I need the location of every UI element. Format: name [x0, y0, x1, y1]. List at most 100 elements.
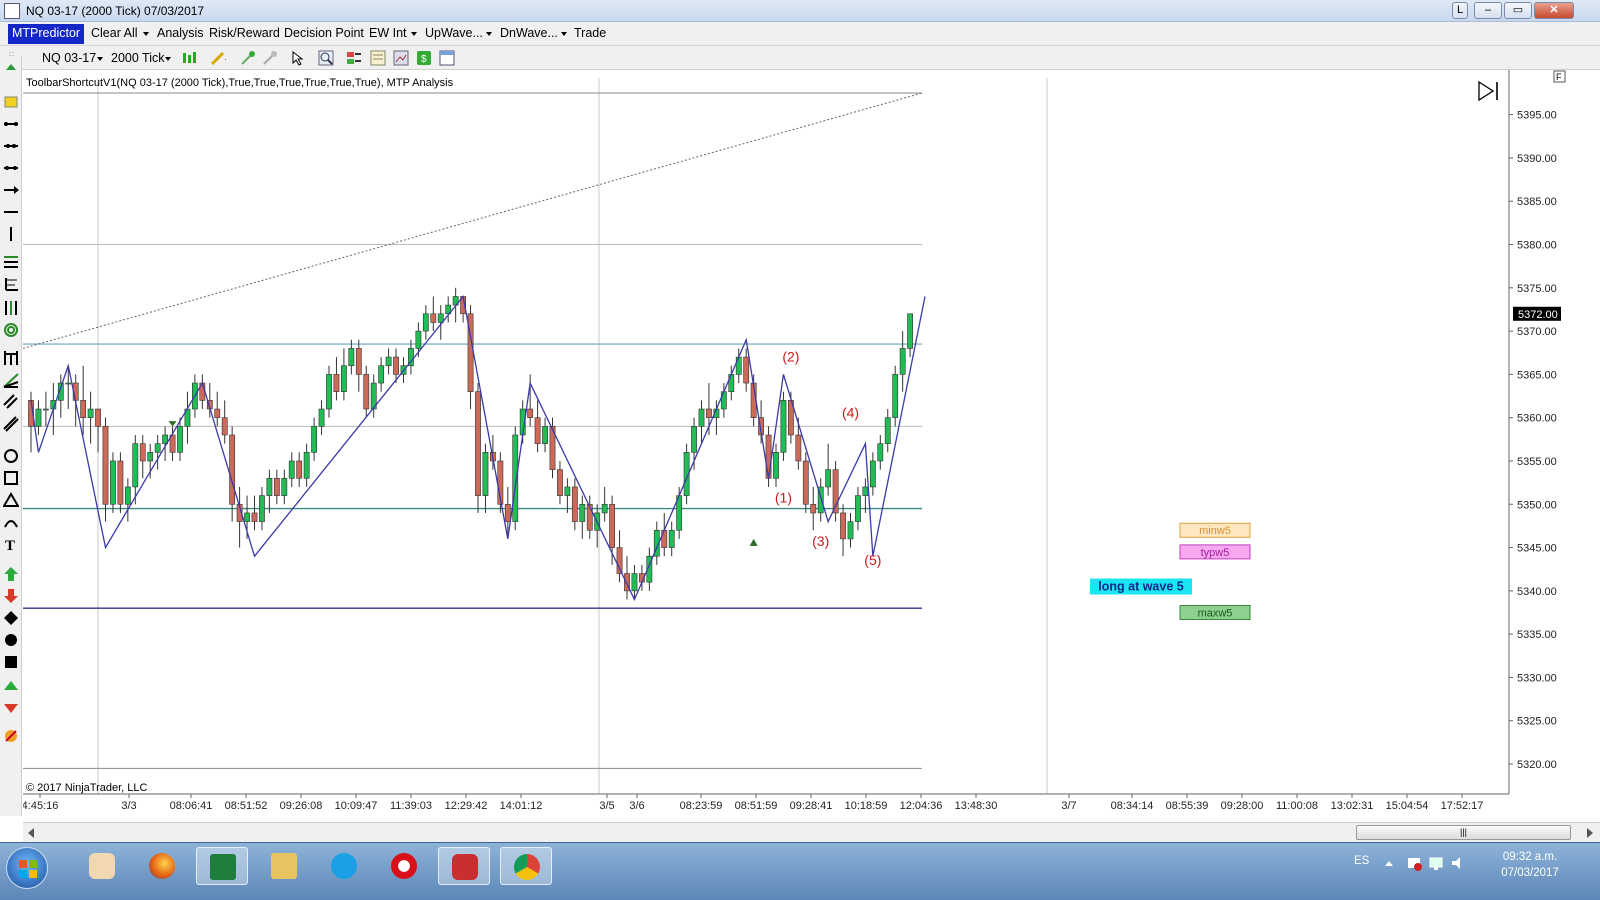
menu-analysis[interactable]: Analysis — [157, 26, 204, 40]
scroll-left-icon[interactable] — [26, 827, 36, 839]
volume-icon[interactable] — [1450, 855, 1466, 871]
menu-ew-int[interactable]: EW Int — [369, 26, 407, 40]
gann-fan-icon[interactable] — [3, 372, 19, 388]
link-button[interactable]: L — [1452, 2, 1468, 19]
fibonacci-circle-icon[interactable] — [3, 322, 19, 338]
menu-dnwave[interactable]: DnWave... — [500, 26, 558, 40]
trend-channel-icon[interactable] — [3, 416, 19, 432]
arrow-up-marker-icon[interactable] — [3, 566, 19, 582]
taskbar-excel[interactable] — [196, 847, 248, 885]
candle-body — [877, 443, 884, 462]
horizontal-line-tool-icon[interactable] — [3, 204, 19, 220]
clock-time: 09:32 a.m. — [1502, 851, 1558, 863]
dot-marker-icon[interactable] — [3, 632, 19, 648]
scroll-right-icon[interactable] — [1585, 827, 1595, 839]
candle — [385, 348, 392, 375]
svg-text:$: $ — [421, 54, 427, 65]
scrollbar-thumb[interactable]: ||| — [1356, 825, 1571, 840]
fibonacci-extension-icon[interactable] — [3, 276, 19, 292]
zoom-icon[interactable] — [318, 50, 334, 66]
triangle-down-marker-icon[interactable] — [3, 700, 19, 716]
arrow-down-marker-icon[interactable] — [3, 588, 19, 604]
instrument-selector[interactable]: NQ 03-17 — [42, 51, 96, 65]
arc-tool-icon[interactable] — [3, 514, 19, 530]
taskbar-firefox[interactable] — [136, 847, 188, 885]
triangle-up-marker-icon[interactable] — [3, 678, 19, 694]
arrow-line-tool-icon[interactable] — [3, 182, 19, 198]
candle — [698, 400, 705, 444]
show-hidden-icons-icon[interactable] — [1384, 859, 1394, 867]
time-tick-label: 15:04:54 — [1386, 800, 1429, 812]
chart-menu-toggle-icon[interactable]: F — [1553, 70, 1566, 83]
candle-body — [80, 400, 87, 418]
maximize-button[interactable]: ▭ — [1504, 2, 1532, 19]
mtpredictor-menu[interactable]: MTPredictor — [8, 24, 85, 44]
menu-risk-reward[interactable]: Risk/Reward — [209, 26, 280, 40]
toolbar-scroll-up-icon[interactable] — [3, 60, 19, 76]
data-box-icon[interactable] — [370, 50, 386, 66]
candle-body — [482, 452, 489, 496]
price-chart-panel[interactable]: (1) (2) (3) (4) (5) minw5 typw5 maxw5 long at wa… — [22, 70, 1600, 822]
horizontal-scrollbar[interactable]: ||| — [23, 822, 1600, 842]
candle — [378, 357, 385, 392]
taskbar-explorer[interactable] — [258, 847, 310, 885]
menu-decision-point[interactable]: Decision Point — [284, 26, 364, 40]
candle — [80, 365, 87, 435]
text-highlight-tool-icon[interactable] — [3, 94, 19, 110]
regression-channel-icon[interactable] — [3, 394, 19, 410]
scroll-to-end-icon[interactable] — [1478, 80, 1498, 102]
remove-drawings-icon[interactable] — [262, 50, 278, 66]
vertical-line-tool-icon[interactable] — [3, 226, 19, 242]
remove-markers-icon[interactable] — [3, 728, 19, 744]
chart-style-icon[interactable] — [182, 50, 198, 66]
period-dropdown-icon[interactable] — [165, 57, 171, 61]
extended-line-tool-icon[interactable] — [3, 138, 19, 154]
taskbar-chrome[interactable] — [500, 847, 552, 885]
taskbar-skype[interactable] — [318, 847, 370, 885]
menu-clear-all[interactable]: Clear All — [91, 26, 138, 40]
taskbar-opera[interactable] — [378, 847, 430, 885]
rectangle-tool-icon[interactable] — [3, 470, 19, 486]
add-indicator-icon[interactable] — [240, 50, 256, 66]
system-clock[interactable]: 09:32 a.m. 07/03/2017 — [1480, 849, 1580, 881]
ray-tool-icon[interactable] — [3, 116, 19, 132]
taskbar-grab-tool[interactable] — [76, 847, 128, 885]
menu-trade[interactable]: Trade — [574, 26, 606, 40]
layout-icon[interactable] — [439, 50, 455, 66]
language-indicator[interactable]: ES — [1354, 855, 1369, 867]
taskbar-ninjatrader[interactable] — [438, 847, 490, 885]
candle-body — [139, 443, 146, 462]
close-button[interactable]: ✕ — [1534, 2, 1574, 19]
screenshot-icon[interactable] — [393, 50, 409, 66]
diamond-marker-icon[interactable] — [3, 610, 19, 626]
fibonacci-retracement-icon[interactable] — [3, 254, 19, 270]
price-tick-label: 5335.00 — [1517, 629, 1557, 641]
andrews-pitchfork-icon[interactable] — [3, 350, 19, 366]
wave-label: (1) — [775, 490, 792, 506]
minimize-button[interactable]: – — [1474, 2, 1502, 19]
line-tool-icon[interactable] — [3, 160, 19, 176]
ellipse-tool-icon[interactable] — [3, 448, 19, 464]
time-tick-label: 3/6 — [629, 800, 644, 812]
pencil-icon[interactable] — [210, 50, 226, 66]
square-marker-icon[interactable] — [3, 654, 19, 670]
fibonacci-time-icon[interactable] — [3, 300, 19, 316]
clear-all-dropdown-icon[interactable] — [143, 32, 149, 36]
cursor-icon[interactable] — [290, 50, 306, 66]
start-button[interactable] — [6, 847, 48, 889]
triangle-tool-icon[interactable] — [3, 492, 19, 508]
orders-icon[interactable]: $ — [416, 50, 432, 66]
price-chart[interactable]: (1) (2) (3) (4) (5) minw5 typw5 maxw5 long at wa… — [22, 70, 1600, 822]
menu-bar: MTPredictor Clear All Analysis Risk/Rewa… — [0, 22, 1600, 46]
ew-int-dropdown-icon[interactable] — [411, 32, 417, 36]
instrument-dropdown-icon[interactable] — [97, 57, 103, 61]
period-selector[interactable]: 2000 Tick — [111, 51, 165, 65]
properties-icon[interactable] — [346, 50, 362, 66]
dnwave-dropdown-icon[interactable] — [561, 32, 567, 36]
menu-upwave[interactable]: UpWave... — [425, 26, 483, 40]
upwave-dropdown-icon[interactable] — [486, 32, 492, 36]
network-icon[interactable] — [1428, 855, 1444, 871]
candle — [363, 365, 370, 418]
text-tool-icon[interactable]: T — [3, 536, 19, 552]
action-center-icon[interactable] — [1406, 855, 1422, 871]
